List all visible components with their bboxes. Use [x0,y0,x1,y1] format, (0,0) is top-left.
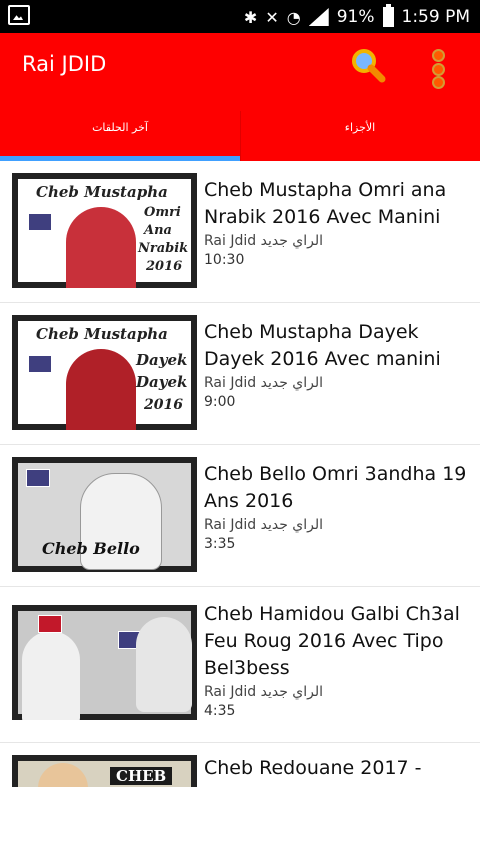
video-info: Cheb Redouane 2017 - [204,755,474,782]
search-button[interactable] [350,47,386,83]
status-bar: ✱ ✕ ◔ 91% 1:59 PM [0,0,480,33]
thumbnail-image [18,611,192,720]
video-duration: 10:30 [204,252,245,268]
video-duration: 9:00 [204,394,236,410]
menu-dot-icon [431,62,445,76]
channel-logo [28,355,52,373]
video-info: Cheb Bello Omri 3andha 19 Ans 2016 Rai J… [204,461,474,552]
video-info: Cheb Mustapha Omri ana Nrabik 2016 Avec … [204,177,474,268]
decor-badge [38,615,62,633]
video-info: Cheb Mustapha Dayek Dayek 2016 Avec mani… [204,319,474,410]
video-item[interactable]: Cheb Mustapha Omri Ana Nrabik 2016 Cheb … [0,161,480,303]
status-indicators: ✱ ✕ ◔ 91% 1:59 PM [243,4,471,29]
video-title[interactable]: Cheb Redouane 2017 - [204,755,474,782]
app-bar: Rai JDID آخر الحلقات الأجزاء [0,33,480,161]
clock: 1:59 PM [401,7,471,27]
video-channel: Rai Jdid الراي جديد [204,375,324,391]
artist-photo [22,631,80,720]
video-info: Cheb Hamidou Galbi Ch3al Feu Roug 2016 A… [204,601,474,719]
battery-icon [382,4,394,27]
video-channel: Rai Jdid الراي جديد [204,517,324,533]
channel-logo [28,213,52,231]
video-channel: Rai Jdid الراي جديد [204,233,324,249]
video-duration: 4:35 [204,703,236,719]
bottom-area [0,787,480,854]
video-title[interactable]: Cheb Mustapha Dayek Dayek 2016 Avec mani… [204,319,474,373]
video-list[interactable]: Cheb Mustapha Omri Ana Nrabik 2016 Cheb … [0,161,480,787]
signal-icon [308,8,329,26]
thumb-caption: Ana [144,223,172,238]
thumb-caption: Omri [144,205,181,220]
tab-parts[interactable]: الأجزاء [240,111,480,161]
video-thumbnail[interactable]: CHEB [12,755,197,787]
video-channel: Rai Jdid الراي جديد [204,684,324,700]
menu-dot-icon [431,76,445,89]
gallery-notification-icon [8,5,30,25]
thumb-caption: Cheb Mustapha [36,183,168,201]
tab-bar: آخر الحلقات الأجزاء [0,111,480,161]
video-item[interactable]: Cheb Bello Cheb Bello Omri 3andha 19 Ans… [0,445,480,587]
wifi-icon: ◔ [286,7,301,27]
video-thumbnail[interactable]: Cheb Mustapha Dayek Dayek 2016 [12,315,197,430]
menu-dot-icon [431,49,445,62]
video-duration: 3:35 [204,536,236,552]
thumb-caption: CHEB [110,767,173,785]
thumb-caption: Cheb Mustapha [36,325,168,343]
thumb-caption: Dayek [136,351,188,369]
video-title[interactable]: Cheb Mustapha Omri ana Nrabik 2016 Avec … [204,177,474,231]
thumb-caption: Dayek [136,373,188,391]
artist-photo [66,207,136,288]
video-thumbnail[interactable]: Cheb Bello [12,457,197,572]
video-item[interactable]: Cheb Hamidou Galbi Ch3al Feu Roug 2016 A… [0,587,480,743]
bluetooth-icon: ✱ [243,7,258,27]
thumbnail-image: Cheb Bello [18,463,191,570]
battery-percent: 91% [336,7,375,27]
app-title: Rai JDID [22,52,107,76]
overflow-menu-button[interactable] [428,49,448,89]
thumb-caption: Nrabik [138,241,189,256]
channel-logo [26,469,50,487]
thumb-caption: 2016 [146,259,183,274]
thumbnail-image: CHEB [18,761,191,787]
video-title[interactable]: Cheb Hamidou Galbi Ch3al Feu Roug 2016 A… [204,601,474,682]
thumb-caption: Cheb Bello [42,539,140,558]
video-thumbnail[interactable]: Cheb Mustapha Omri Ana Nrabik 2016 [12,173,197,288]
video-item[interactable]: CHEB Cheb Redouane 2017 - [0,743,480,787]
video-thumbnail[interactable] [12,605,197,720]
thumb-caption: 2016 [144,397,183,413]
search-icon [352,49,386,83]
artist-photo [38,763,88,787]
thumbnail-image: Cheb Mustapha Dayek Dayek 2016 [18,321,191,430]
artist-photo [136,617,192,712]
tab-latest-episodes[interactable]: آخر الحلقات [0,111,240,161]
video-title[interactable]: Cheb Bello Omri 3andha 19 Ans 2016 [204,461,474,515]
mute-icon: ✕ [265,7,279,27]
video-item[interactable]: Cheb Mustapha Dayek Dayek 2016 Cheb Must… [0,303,480,445]
artist-photo [66,349,136,430]
thumbnail-image: Cheb Mustapha Omri Ana Nrabik 2016 [18,179,191,288]
